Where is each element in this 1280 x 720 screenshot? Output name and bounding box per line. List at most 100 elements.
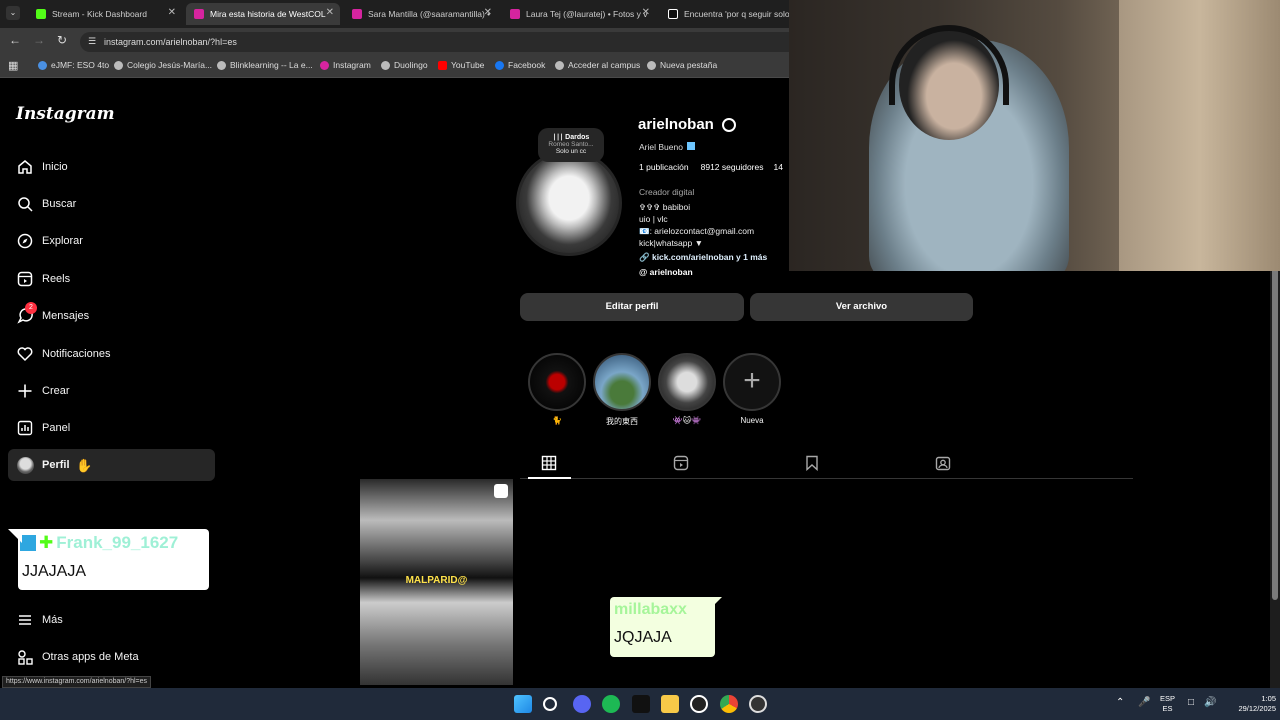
app-icon[interactable] bbox=[749, 695, 767, 713]
highlight-1[interactable] bbox=[528, 353, 586, 411]
close-icon[interactable]: ✕ bbox=[326, 7, 334, 18]
sidebar-item-meta[interactable]: Otras apps de Meta bbox=[16, 648, 139, 666]
mic-icon[interactable]: 🎤 bbox=[1138, 697, 1150, 708]
username-text: arielnoban bbox=[638, 116, 714, 133]
bookmark-facebook[interactable]: Facebook bbox=[495, 60, 545, 70]
highlight-2[interactable] bbox=[593, 353, 651, 411]
tab-label: Mira esta historia de WestCOL bbox=[210, 9, 326, 19]
language-indicator[interactable]: ESP ES bbox=[1160, 694, 1175, 714]
meta-apps-icon bbox=[16, 648, 34, 666]
sidebar-item-notificaciones[interactable]: Notificaciones bbox=[16, 345, 110, 363]
tiktok-icon bbox=[668, 9, 678, 19]
sidebar-item-inicio[interactable]: Inicio bbox=[16, 158, 68, 176]
address-bar[interactable]: instagram.com/arielnoban/?hl=es bbox=[80, 32, 800, 52]
back-icon[interactable]: ← bbox=[9, 33, 21, 47]
settings-gear-icon[interactable] bbox=[721, 117, 736, 132]
view-archive-button[interactable]: Ver archivo bbox=[750, 293, 973, 321]
sidebar-item-reels[interactable]: Reels bbox=[16, 270, 70, 288]
apps-icon[interactable]: ▦ bbox=[8, 59, 18, 72]
tab-reels-icon[interactable] bbox=[673, 455, 689, 471]
tab-westcol[interactable]: Mira esta historia de WestCOL ✕ bbox=[186, 3, 340, 25]
bookmark-label: YouTube bbox=[451, 60, 485, 70]
tab-tiktok[interactable]: Encuentra 'por q seguir solo m bbox=[660, 3, 790, 25]
sidebar-item-mas[interactable]: Más bbox=[16, 611, 63, 629]
sidebar-item-explorar[interactable]: Explorar bbox=[16, 232, 83, 250]
sidebar-item-perfil[interactable]: Perfil bbox=[16, 456, 70, 474]
tab-sara[interactable]: Sara Mantilla (@saaramantilla) • ✕ bbox=[344, 3, 498, 25]
new-highlight-button[interactable]: + bbox=[723, 353, 781, 411]
threads-handle[interactable]: arielnoban bbox=[650, 267, 693, 277]
bookmark-newtab[interactable]: Nueva pestaña bbox=[647, 60, 717, 70]
active-tab-indicator bbox=[528, 477, 571, 479]
site-info-icon[interactable]: ☰ bbox=[88, 36, 96, 47]
cube-icon bbox=[687, 142, 696, 150]
profile-avatar[interactable] bbox=[516, 150, 622, 256]
kick-icon[interactable] bbox=[632, 695, 650, 713]
bookmark-instagram[interactable]: Instagram bbox=[320, 60, 371, 70]
discord-icon[interactable] bbox=[573, 695, 591, 713]
link-text[interactable]: kick.com/arielnoban y 1 más bbox=[652, 252, 767, 262]
post-thumbnail[interactable]: MALPARID@ bbox=[360, 479, 513, 685]
spotify-icon[interactable] bbox=[602, 695, 620, 713]
sidebar-item-panel[interactable]: Panel bbox=[16, 419, 70, 437]
tab-laura[interactable]: Laura Tej (@lauratej) • Fotos y v ✕ bbox=[502, 3, 656, 25]
close-icon[interactable]: ✕ bbox=[642, 7, 650, 18]
tab-saved-icon[interactable] bbox=[804, 455, 820, 472]
tab-label: Sara Mantilla (@saaramantilla) • bbox=[368, 9, 491, 19]
bookmark-campus[interactable]: Acceder al campus bbox=[555, 60, 640, 70]
highlight-3[interactable] bbox=[658, 353, 716, 411]
highlight-label: 我的東西 bbox=[606, 417, 638, 426]
sidebar-item-label: Mensajes bbox=[42, 310, 90, 322]
sidebar-item-mensajes[interactable]: 2 Mensajes bbox=[16, 302, 90, 325]
sidebar-item-buscar[interactable]: Buscar bbox=[16, 195, 76, 213]
bookmark-icon bbox=[38, 60, 47, 70]
keyboard-code: ES bbox=[1162, 704, 1173, 713]
profile-note[interactable]: ∣∣∣ Dardos Romeo Santo... Solo un cc bbox=[538, 128, 604, 162]
folder-icon[interactable] bbox=[661, 695, 679, 713]
bookmark-colegio[interactable]: Colegio Jesús-María... bbox=[114, 60, 212, 70]
chat-user-row: ✚ Frank_99_1627 bbox=[20, 533, 178, 553]
instagram-logo[interactable]: Instagram bbox=[16, 104, 115, 124]
bookmark-label: Facebook bbox=[508, 60, 546, 70]
clock[interactable]: 1:05 29/12/2025 bbox=[1224, 694, 1276, 714]
instagram-icon bbox=[510, 9, 520, 19]
profile-threads[interactable]: @ arielnoban bbox=[639, 267, 693, 277]
bookmark-ejmf[interactable]: eJMF: ESO 4to bbox=[38, 60, 109, 70]
facebook-icon bbox=[495, 60, 504, 70]
sidebar-item-crear[interactable]: Crear bbox=[16, 382, 70, 400]
close-icon[interactable]: ✕ bbox=[484, 7, 492, 18]
clover-icon: ✚ bbox=[39, 533, 54, 552]
chart-icon bbox=[16, 419, 34, 437]
obs-icon[interactable] bbox=[690, 695, 708, 713]
profile-link[interactable]: 🔗 kick.com/arielnoban y 1 más bbox=[639, 252, 767, 263]
edit-profile-button[interactable]: Editar perfil bbox=[520, 293, 744, 321]
wardrobe bbox=[1119, 0, 1280, 271]
instagram-icon bbox=[352, 9, 362, 19]
forward-icon[interactable]: → bbox=[33, 33, 45, 47]
bio-line: kick|whatsapp ▼ bbox=[639, 238, 704, 248]
followers-count[interactable]: 8912 seguidores bbox=[701, 162, 764, 172]
tab-kick[interactable]: Stream - Kick Dashboard ✕ bbox=[28, 3, 182, 25]
windows-start-icon[interactable] bbox=[514, 695, 532, 713]
tab-posts-grid-icon[interactable] bbox=[541, 455, 557, 471]
tab-search-button[interactable]: ⌄ bbox=[6, 6, 20, 20]
reload-icon[interactable]: ↻ bbox=[57, 33, 67, 47]
status-url: https://www.instagram.com/arielnoban/?hl… bbox=[2, 676, 152, 688]
tab-tagged-icon[interactable] bbox=[935, 455, 951, 471]
note-line: Solo un cc bbox=[555, 148, 587, 155]
following-count[interactable]: 14 bbox=[773, 162, 782, 172]
search-icon[interactable] bbox=[543, 697, 557, 711]
bookmark-duolingo[interactable]: Duolingo bbox=[381, 60, 428, 70]
bookmark-blinklearning[interactable]: Blinklearning -- La e... bbox=[217, 60, 313, 70]
bookmark-label: Nueva pestaña bbox=[660, 60, 718, 70]
sidebar-item-label: Perfil bbox=[42, 459, 70, 471]
webcam-overlay bbox=[789, 0, 1280, 271]
highlight-label: 🐈 bbox=[552, 416, 562, 425]
volume-icon[interactable]: 🔊 bbox=[1204, 697, 1216, 708]
chevron-up-icon[interactable]: ⌃ bbox=[1116, 697, 1124, 708]
compass-icon bbox=[16, 232, 34, 250]
bookmark-youtube[interactable]: YouTube bbox=[438, 60, 484, 70]
notification-icon[interactable]: □ bbox=[1188, 697, 1194, 708]
chrome-icon[interactable] bbox=[720, 695, 738, 713]
close-icon[interactable]: ✕ bbox=[168, 7, 176, 18]
